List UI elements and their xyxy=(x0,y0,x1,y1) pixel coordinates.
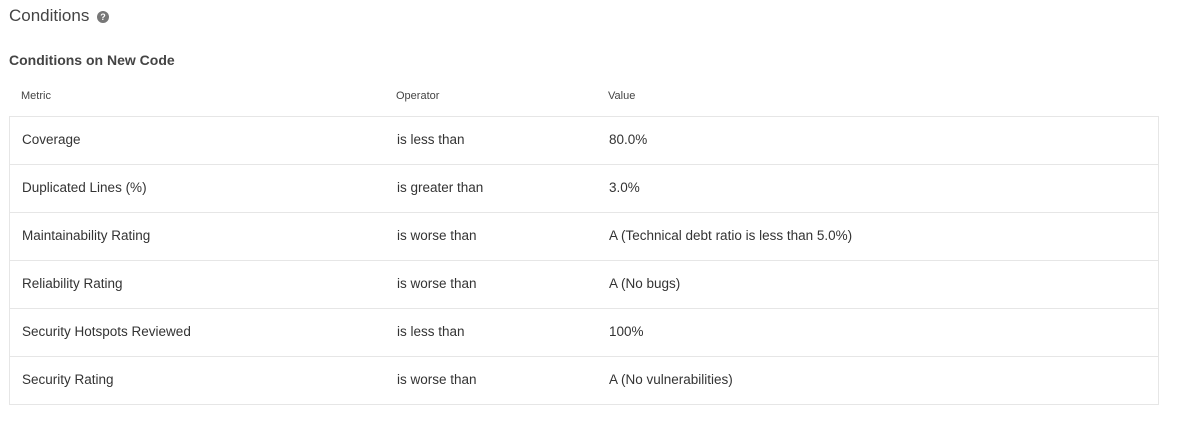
metric-cell: Coverage xyxy=(22,132,81,147)
quality-gate-conditions-page: Conditions ? Conditions on New Code Metr… xyxy=(0,0,1177,426)
metric-cell: Security Rating xyxy=(22,372,114,387)
operator-cell: is less than xyxy=(397,132,465,147)
value-cell: A (No vulnerabilities) xyxy=(609,372,733,387)
operator-cell: is worse than xyxy=(397,228,477,243)
operator-cell: is worse than xyxy=(397,372,477,387)
operator-cell: is worse than xyxy=(397,276,477,291)
value-cell: A (No bugs) xyxy=(609,276,681,291)
column-header-value: Value xyxy=(608,90,636,102)
section-subtitle: Conditions on New Code xyxy=(9,52,175,68)
table-row: Duplicated Lines (%) is greater than 3.0… xyxy=(10,165,1158,213)
metric-cell: Maintainability Rating xyxy=(22,228,151,243)
table-row: Security Hotspots Reviewed is less than … xyxy=(10,309,1158,357)
table-row: Reliability Rating is worse than A (No b… xyxy=(10,261,1158,309)
operator-cell: is less than xyxy=(397,324,465,339)
page-title: Conditions xyxy=(9,6,90,25)
table-header: Metric Operator Value xyxy=(9,88,1159,106)
table-row: Coverage is less than 80.0% xyxy=(10,117,1158,165)
value-cell: 80.0% xyxy=(609,132,648,147)
metric-cell: Reliability Rating xyxy=(22,276,123,291)
table-row: Security Rating is worse than A (No vuln… xyxy=(10,357,1158,405)
metric-cell: Security Hotspots Reviewed xyxy=(22,324,191,339)
column-header-operator: Operator xyxy=(396,90,440,102)
metric-cell: Duplicated Lines (%) xyxy=(22,180,147,195)
question-circle-icon[interactable]: ? xyxy=(97,11,110,23)
value-cell: 3.0% xyxy=(609,180,640,195)
table-row: Maintainability Rating is worse than A (… xyxy=(10,213,1158,261)
operator-cell: is greater than xyxy=(397,180,484,195)
value-cell: A (Technical debt ratio is less than 5.0… xyxy=(609,228,853,243)
title-row: Conditions ? xyxy=(9,4,110,28)
column-header-metric: Metric xyxy=(21,90,51,102)
svg-text:?: ? xyxy=(101,12,107,22)
conditions-table: Coverage is less than 80.0% Duplicated L… xyxy=(9,116,1159,405)
value-cell: 100% xyxy=(609,324,644,339)
